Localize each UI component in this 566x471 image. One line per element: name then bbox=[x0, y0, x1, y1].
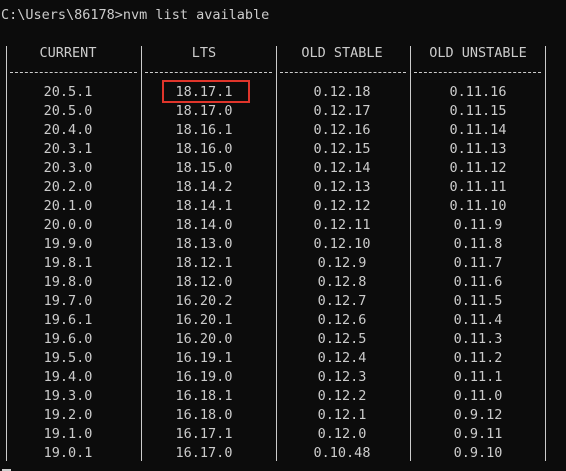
version-cell-old-unstable: 0.11.8 bbox=[453, 236, 503, 252]
highlight-box bbox=[162, 80, 250, 103]
version-cell-old-unstable: 0.9.12 bbox=[453, 407, 503, 423]
version-cell-old-stable: 0.10.48 bbox=[313, 445, 371, 461]
version-cell-old-unstable: 0.11.10 bbox=[449, 198, 507, 214]
version-cell-old-unstable: 0.11.16 bbox=[449, 84, 507, 100]
version-cell-old-stable: 0.12.18 bbox=[313, 84, 371, 100]
version-cell-current: 19.8.1 bbox=[43, 255, 93, 271]
version-cell-lts: 18.15.0 bbox=[175, 160, 233, 176]
command-line: C:\Users\86178>nvm list available bbox=[1, 6, 269, 25]
version-cell-old-unstable: 0.11.14 bbox=[449, 122, 507, 138]
version-cell-lts: 16.17.0 bbox=[175, 445, 233, 461]
version-cell-old-unstable: 0.11.11 bbox=[449, 179, 507, 195]
version-cell-current: 19.3.0 bbox=[43, 388, 93, 404]
column-header-old-stable: OLD STABLE bbox=[301, 45, 383, 61]
version-cell-current: 19.7.0 bbox=[43, 293, 93, 309]
version-cell-current: 20.5.0 bbox=[43, 103, 93, 119]
version-cell-current: 20.4.0 bbox=[43, 122, 93, 138]
version-cell-old-unstable: 0.11.13 bbox=[449, 141, 507, 157]
version-cell-lts: 18.14.1 bbox=[175, 198, 233, 214]
version-cell-current: 19.1.0 bbox=[43, 426, 93, 442]
version-cell-old-stable: 0.12.17 bbox=[313, 103, 371, 119]
version-cell-old-stable: 0.12.10 bbox=[313, 236, 371, 252]
version-cell-old-stable: 0.12.11 bbox=[313, 217, 371, 233]
version-cell-current: 20.2.0 bbox=[43, 179, 93, 195]
version-cell-lts: 18.14.2 bbox=[175, 179, 233, 195]
header-divider bbox=[414, 72, 541, 73]
version-cell-old-unstable: 0.11.5 bbox=[453, 293, 503, 309]
version-cell-old-stable: 0.12.1 bbox=[317, 407, 367, 423]
version-cell-old-stable: 0.12.0 bbox=[317, 426, 367, 442]
version-cell-old-unstable: 0.11.6 bbox=[453, 274, 503, 290]
version-cell-current: 19.6.1 bbox=[43, 312, 93, 328]
version-cell-old-unstable: 0.9.11 bbox=[453, 426, 503, 442]
column-header-old-unstable: OLD UNSTABLE bbox=[429, 45, 527, 61]
version-cell-lts: 18.16.1 bbox=[175, 122, 233, 138]
version-cell-current: 19.4.0 bbox=[43, 369, 93, 385]
version-cell-lts: 16.20.0 bbox=[175, 331, 233, 347]
version-cell-current: 20.5.1 bbox=[43, 84, 93, 100]
version-cell-old-unstable: 0.11.9 bbox=[453, 217, 503, 233]
version-cell-old-stable: 0.12.9 bbox=[317, 255, 367, 271]
column-separator bbox=[276, 46, 277, 461]
version-cell-lts: 18.12.0 bbox=[175, 274, 233, 290]
version-cell-lts: 18.14.0 bbox=[175, 217, 233, 233]
version-cell-lts: 18.12.1 bbox=[175, 255, 233, 271]
version-cell-lts: 16.20.1 bbox=[175, 312, 233, 328]
version-cell-old-unstable: 0.11.2 bbox=[453, 350, 503, 366]
version-cell-old-stable: 0.12.4 bbox=[317, 350, 367, 366]
version-cell-lts: 16.17.1 bbox=[175, 426, 233, 442]
version-cell-lts: 16.20.2 bbox=[175, 293, 233, 309]
version-cell-current: 19.2.0 bbox=[43, 407, 93, 423]
version-cell-old-stable: 0.12.3 bbox=[317, 369, 367, 385]
version-cell-current: 20.1.0 bbox=[43, 198, 93, 214]
version-cell-old-stable: 0.12.6 bbox=[317, 312, 367, 328]
version-cell-lts: 18.17.0 bbox=[175, 103, 233, 119]
version-cell-old-stable: 0.12.8 bbox=[317, 274, 367, 290]
header-divider bbox=[280, 72, 406, 73]
version-cell-lts: 16.18.1 bbox=[175, 388, 233, 404]
version-cell-lts: 18.13.0 bbox=[175, 236, 233, 252]
version-cell-current: 19.0.1 bbox=[43, 445, 93, 461]
column-header-current: CURRENT bbox=[39, 45, 97, 61]
version-cell-current: 20.3.1 bbox=[43, 141, 93, 157]
prompt-text: C:\Users\86178> bbox=[1, 7, 123, 23]
version-cell-lts: 16.18.0 bbox=[175, 407, 233, 423]
version-cell-old-stable: 0.12.2 bbox=[317, 388, 367, 404]
column-header-lts: LTS bbox=[191, 45, 217, 61]
version-cell-old-stable: 0.12.15 bbox=[313, 141, 371, 157]
version-cell-lts: 16.19.1 bbox=[175, 350, 233, 366]
version-cell-old-unstable: 0.11.0 bbox=[453, 388, 503, 404]
version-cell-old-unstable: 0.11.7 bbox=[453, 255, 503, 271]
version-cell-old-unstable: 0.11.4 bbox=[453, 312, 503, 328]
version-cell-old-stable: 0.12.7 bbox=[317, 293, 367, 309]
version-cell-old-unstable: 0.11.1 bbox=[453, 369, 503, 385]
version-cell-old-unstable: 0.11.3 bbox=[453, 331, 503, 347]
version-cell-lts: 16.19.0 bbox=[175, 369, 233, 385]
version-cell-current: 19.6.0 bbox=[43, 331, 93, 347]
version-cell-old-stable: 0.12.5 bbox=[317, 331, 367, 347]
version-cell-old-unstable: 0.9.10 bbox=[453, 445, 503, 461]
command-text: nvm list available bbox=[122, 7, 270, 23]
version-cell-old-unstable: 0.11.15 bbox=[449, 103, 507, 119]
header-divider bbox=[145, 72, 272, 73]
version-cell-current: 20.3.0 bbox=[43, 160, 93, 176]
column-separator bbox=[410, 46, 411, 461]
version-cell-current: 19.8.0 bbox=[43, 274, 93, 290]
version-cell-old-stable: 0.12.13 bbox=[313, 179, 371, 195]
version-cell-old-stable: 0.12.14 bbox=[313, 160, 371, 176]
version-cell-current: 19.5.0 bbox=[43, 350, 93, 366]
version-cell-lts: 18.16.0 bbox=[175, 141, 233, 157]
version-cell-current: 19.9.0 bbox=[43, 236, 93, 252]
version-cell-current: 20.0.0 bbox=[43, 217, 93, 233]
version-cell-old-unstable: 0.11.12 bbox=[449, 160, 507, 176]
version-cell-old-stable: 0.12.16 bbox=[313, 122, 371, 138]
header-divider bbox=[10, 72, 137, 73]
column-separator bbox=[545, 46, 546, 461]
version-cell-old-stable: 0.12.12 bbox=[313, 198, 371, 214]
